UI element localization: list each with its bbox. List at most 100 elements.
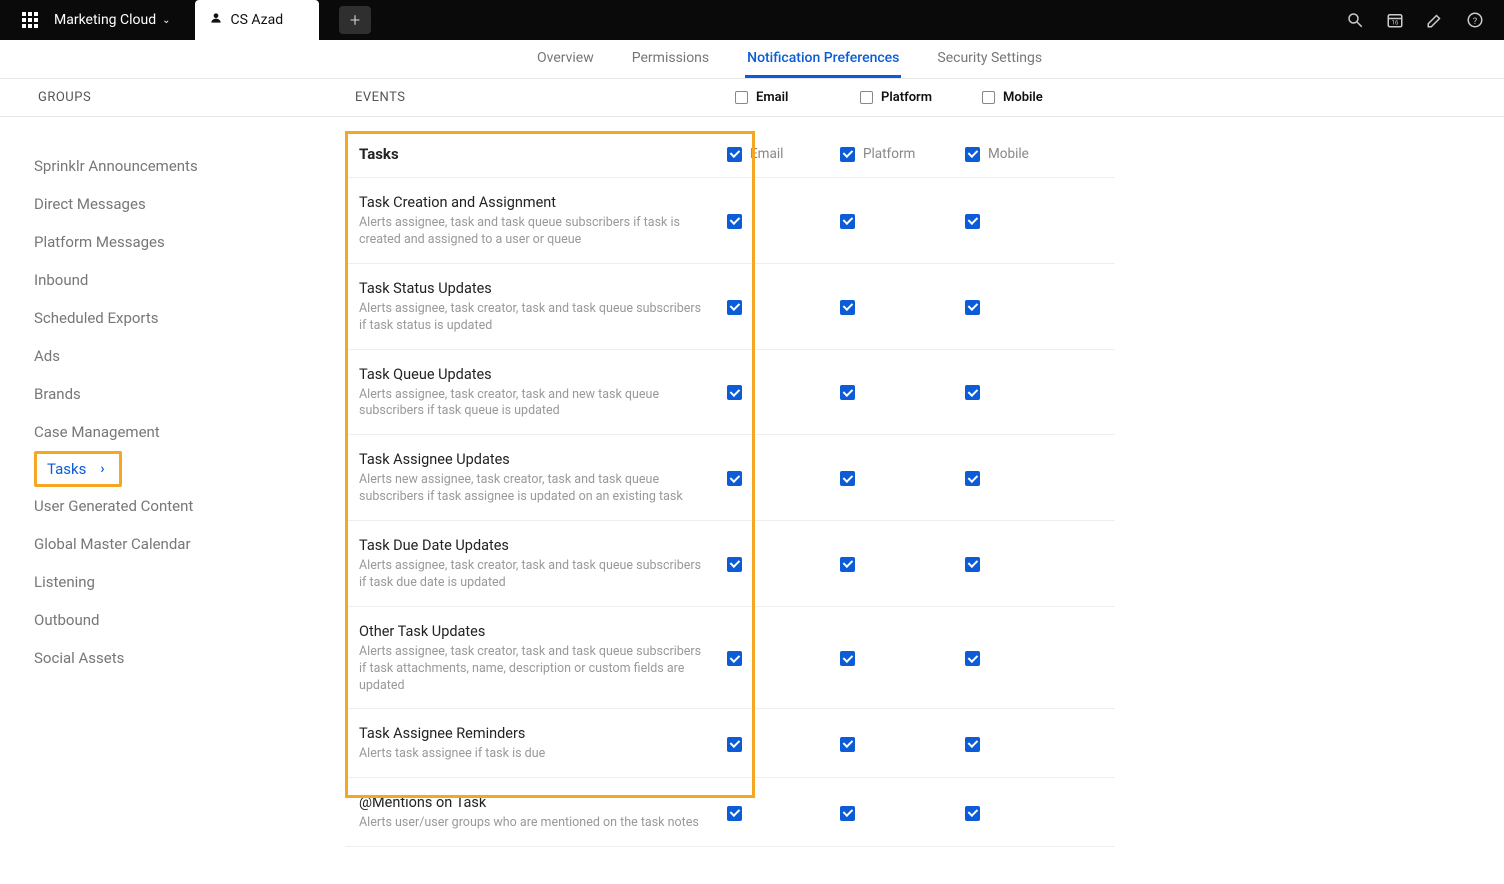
checkbox-email-all[interactable] [735,91,748,104]
event-row: Task Due Date Updates Alerts assignee, ta… [345,521,1115,607]
section-mobile-label: Mobile [988,146,1029,162]
tab-overview[interactable]: Overview [535,40,596,78]
event-desc: Alerts task assignee if task is due [359,746,711,763]
section-platform-label: Platform [863,146,915,162]
content: Tasks Email Platform Mobile Task Creatio… [345,117,1504,847]
event-row: Task Assignee Reminders Alerts task assig… [345,709,1115,778]
event-title: Task Due Date Updates [359,537,711,554]
event-row: @Mentions on TaskAlerts user/user groups… [345,778,1115,847]
tab-notification-preferences[interactable]: Notification Preferences [745,40,901,78]
checkbox-event-platform[interactable] [840,385,855,400]
checkbox-event-email[interactable] [727,651,742,666]
checkbox-event-platform[interactable] [840,214,855,229]
calendar-icon[interactable]: 16 [1386,11,1404,29]
checkbox-mobile-all[interactable] [982,91,995,104]
tab-label: CS Azad [231,12,284,28]
checkbox-event-email[interactable] [727,737,742,752]
checkbox-event-email[interactable] [727,806,742,821]
event-title: Task Queue Updates [359,366,711,383]
checkbox-event-platform[interactable] [840,300,855,315]
checkbox-event-mobile[interactable] [965,385,980,400]
checkbox-event-platform[interactable] [840,651,855,666]
sidebar-item-platform-messages[interactable]: Platform Messages [34,223,325,261]
person-icon [209,11,223,29]
checkbox-event-email[interactable] [727,300,742,315]
sidebar-item-listening[interactable]: Listening [34,563,325,601]
event-row: Task Creation and Assignment Alerts assig… [345,178,1115,264]
sidebar-item-announcements[interactable]: Sprinklr Announcements [34,147,325,185]
checkbox-event-email[interactable] [727,471,742,486]
checkbox-event-email[interactable] [727,557,742,572]
event-row: Task Status UpdatesAlerts assignee, task… [345,264,1115,350]
tab-active[interactable]: CS Azad [195,0,320,40]
sidebar-item-direct-messages[interactable]: Direct Messages [34,185,325,223]
checkbox-platform-all[interactable] [860,91,873,104]
event-row: Task Assignee Updates Alerts new assignee… [345,435,1115,521]
checkbox-event-platform[interactable] [840,737,855,752]
workspace-label: Marketing Cloud [54,12,156,28]
sidebar-item-global-master-calendar[interactable]: Global Master Calendar [34,525,325,563]
svg-text:16: 16 [1392,20,1399,27]
col-header-email-label: Email [756,90,788,105]
checkbox-event-platform[interactable] [840,806,855,821]
sidebar-item-scheduled-exports[interactable]: Scheduled Exports [34,299,325,337]
event-title: Other Task Updates [359,623,711,640]
sidebar-item-outbound[interactable]: Outbound [34,601,325,639]
sidebar-item-social-assets[interactable]: Social Assets [34,639,325,677]
event-desc: Alerts assignee, task creator, task and … [359,387,711,421]
col-header-events: EVENTS [355,90,735,105]
sidebar-item-brands[interactable]: Brands [34,375,325,413]
add-tab-button[interactable]: + [339,6,371,34]
event-title: Task Assignee Reminders [359,725,711,742]
event-title: Task Creation and Assignment [359,194,711,211]
checkbox-event-mobile[interactable] [965,214,980,229]
checkbox-event-platform[interactable] [840,557,855,572]
event-row: Task Queue Updates Alerts assignee, task … [345,350,1115,436]
event-desc: Alerts new assignee, task creator, task … [359,472,711,506]
workspace-dropdown[interactable]: Marketing Cloud ⌄ [54,12,171,28]
checkbox-event-mobile[interactable] [965,471,980,486]
col-header-platform: Platform [860,90,982,105]
col-header-groups: GROUPS [0,90,355,105]
sidebar: Sprinklr Announcements Direct Messages P… [0,117,345,847]
sidebar-item-tasks[interactable]: Tasks › [34,451,122,487]
event-row: Other Task UpdatesAlerts assignee, task … [345,607,1115,710]
subnav: Overview Permissions Notification Prefer… [0,40,1504,79]
col-header-mobile-label: Mobile [1003,90,1043,105]
checkbox-section-email[interactable] [727,147,742,162]
event-title: Task Assignee Updates [359,451,711,468]
col-header-mobile: Mobile [982,90,1107,105]
search-icon[interactable] [1346,11,1364,29]
svg-text:?: ? [1473,17,1477,27]
topbar: Marketing Cloud ⌄ CS Azad + 16 ? [0,0,1504,40]
col-header-email: Email [735,90,860,105]
help-icon[interactable]: ? [1466,11,1484,29]
edit-icon[interactable] [1426,11,1444,29]
checkbox-event-platform[interactable] [840,471,855,486]
checkbox-section-platform[interactable] [840,147,855,162]
sidebar-item-ads[interactable]: Ads [34,337,325,375]
apps-grid-icon[interactable] [22,12,38,28]
checkbox-event-mobile[interactable] [965,651,980,666]
section-email-label: Email [750,146,783,162]
checkbox-event-mobile[interactable] [965,300,980,315]
event-desc: Alerts assignee, task creator, task and … [359,558,711,592]
event-desc: Alerts user/user groups who are mentione… [359,815,711,832]
sidebar-item-tasks-label: Tasks [47,460,86,478]
event-desc: Alerts assignee, task creator, task and … [359,301,711,335]
sidebar-item-inbound[interactable]: Inbound [34,261,325,299]
section-header: Tasks Email Platform Mobile [345,135,1115,178]
tab-permissions[interactable]: Permissions [630,40,711,78]
checkbox-event-email[interactable] [727,385,742,400]
checkbox-event-mobile[interactable] [965,737,980,752]
tab-security-settings[interactable]: Security Settings [935,40,1044,78]
event-desc: Alerts assignee, task and task queue sub… [359,215,711,249]
col-header-platform-label: Platform [881,90,932,105]
chevron-right-icon: › [100,461,104,477]
checkbox-event-email[interactable] [727,214,742,229]
checkbox-event-mobile[interactable] [965,806,980,821]
checkbox-section-mobile[interactable] [965,147,980,162]
checkbox-event-mobile[interactable] [965,557,980,572]
sidebar-item-case-management[interactable]: Case Management [34,413,325,451]
sidebar-item-ugc[interactable]: User Generated Content [34,487,325,525]
